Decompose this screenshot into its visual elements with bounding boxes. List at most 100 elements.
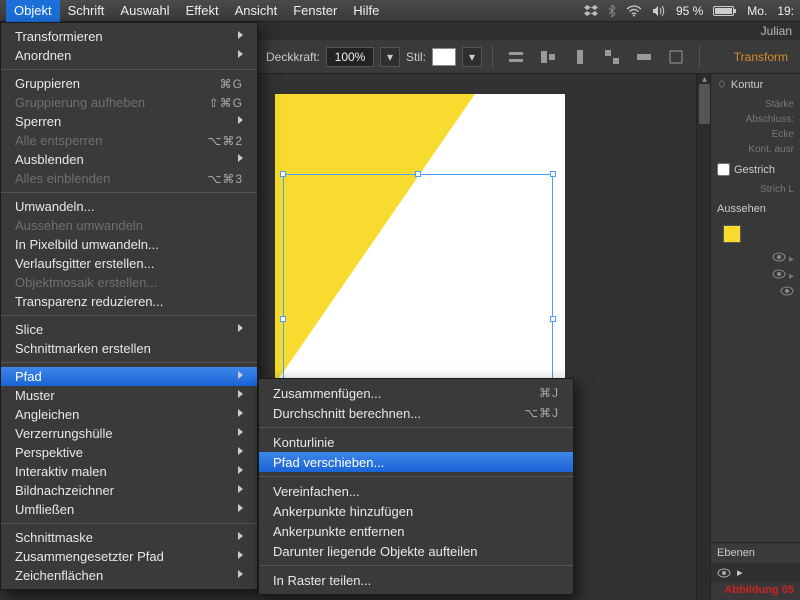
menu-item[interactable]: Umfließen bbox=[1, 500, 257, 519]
system-menubar: Objekt Schrift Auswahl Effekt Ansicht Fe… bbox=[0, 0, 800, 22]
menu-item[interactable]: Perspektive bbox=[1, 443, 257, 462]
menu-item-label: Darunter liegende Objekte aufteilen bbox=[273, 544, 478, 559]
panel-ebenen-header[interactable]: Ebenen bbox=[711, 543, 800, 563]
menu-item[interactable]: Ausblenden bbox=[1, 150, 257, 169]
menu-ansicht[interactable]: Ansicht bbox=[227, 0, 286, 22]
style-dropdown-button[interactable]: ▾ bbox=[462, 47, 482, 67]
menu-item[interactable]: Interaktiv malen bbox=[1, 462, 257, 481]
menu-hilfe[interactable]: Hilfe bbox=[345, 0, 387, 22]
resize-handle[interactable] bbox=[415, 171, 421, 177]
menu-shortcut: ⇧⌘G bbox=[209, 96, 243, 110]
menu-item-label: Transformieren bbox=[15, 29, 103, 44]
menu-item[interactable]: Schnittmarken erstellen bbox=[1, 339, 257, 358]
menu-item-label: Perspektive bbox=[15, 445, 83, 460]
resize-handle[interactable] bbox=[280, 171, 286, 177]
layer-disclosure[interactable]: ▸ bbox=[737, 566, 743, 579]
align-icon-6[interactable] bbox=[663, 45, 689, 69]
menu-item[interactable]: Transparenz reduzieren... bbox=[1, 292, 257, 311]
menu-item[interactable]: Zusammenfügen...⌘J bbox=[259, 383, 573, 403]
eye-icon bbox=[772, 269, 786, 279]
menu-item[interactable]: Transformieren bbox=[1, 27, 257, 46]
menu-auswahl[interactable]: Auswahl bbox=[112, 0, 177, 22]
panel-gestrichelt: Strich L bbox=[711, 180, 800, 199]
menu-item[interactable]: Konturlinie bbox=[259, 432, 573, 452]
appearance-row[interactable]: ▸ bbox=[717, 250, 794, 267]
menu-item[interactable]: Vereinfachen... bbox=[259, 481, 573, 501]
menu-item-label: Transparenz reduzieren... bbox=[15, 294, 163, 309]
menu-item[interactable]: Muster bbox=[1, 386, 257, 405]
menu-shortcut: ⌥⌘2 bbox=[207, 134, 243, 148]
panel-kontur: Stärke Abschluss: Ecke Kont. ausr bbox=[711, 95, 800, 159]
menu-item[interactable]: Zusammengesetzter Pfad bbox=[1, 547, 257, 566]
menu-item[interactable]: Verlaufsgitter erstellen... bbox=[1, 254, 257, 273]
align-icon-2[interactable] bbox=[535, 45, 561, 69]
align-icon-5[interactable] bbox=[631, 45, 657, 69]
menu-item[interactable]: Umwandeln... bbox=[1, 197, 257, 216]
menu-effekt[interactable]: Effekt bbox=[178, 0, 227, 22]
menu-item[interactable]: Sperren bbox=[1, 112, 257, 131]
menu-item[interactable]: Ankerpunkte hinzufügen bbox=[259, 501, 573, 521]
menu-item: Aussehen umwandeln bbox=[1, 216, 257, 235]
style-label: Stil: bbox=[406, 50, 426, 64]
menu-item[interactable]: Ankerpunkte entfernen bbox=[259, 521, 573, 541]
menu-item[interactable]: In Pixelbild umwandeln... bbox=[1, 235, 257, 254]
pfad-submenu: Zusammenfügen...⌘JDurchschnitt berechnen… bbox=[258, 378, 574, 595]
menu-item[interactable]: Verzerrungshülle bbox=[1, 424, 257, 443]
menu-shortcut: ⌘G bbox=[220, 77, 243, 91]
kontur-row: Stärke bbox=[717, 97, 794, 112]
transform-panel-tab[interactable]: Transform bbox=[728, 50, 794, 64]
eye-icon[interactable] bbox=[717, 568, 731, 578]
opacity-input[interactable] bbox=[326, 47, 374, 67]
menu-item-label: Objektmosaik erstellen... bbox=[15, 275, 157, 290]
menu-item[interactable]: Slice bbox=[1, 320, 257, 339]
menu-item[interactable]: Schnittmaske bbox=[1, 528, 257, 547]
menu-item[interactable]: In Raster teilen... bbox=[259, 570, 573, 590]
menu-item: Objektmosaik erstellen... bbox=[1, 273, 257, 292]
eye-icon bbox=[772, 252, 786, 262]
dropbox-icon bbox=[584, 5, 598, 17]
menu-item[interactable]: Zeichenflächen bbox=[1, 566, 257, 585]
menu-fenster[interactable]: Fenster bbox=[285, 0, 345, 22]
align-icon-4[interactable] bbox=[599, 45, 625, 69]
resize-handle[interactable] bbox=[550, 316, 556, 322]
align-icon-3[interactable] bbox=[567, 45, 593, 69]
style-swatch[interactable] bbox=[432, 48, 456, 66]
menu-item-label: Ausblenden bbox=[15, 152, 84, 167]
dashed-checkbox[interactable] bbox=[717, 163, 730, 176]
resize-handle[interactable] bbox=[280, 316, 286, 322]
menu-item[interactable]: Bildnachzeichner bbox=[1, 481, 257, 500]
submenu-arrow-icon bbox=[238, 570, 243, 581]
appearance-fill-swatch[interactable] bbox=[723, 225, 741, 243]
menu-item-label: Zeichenflächen bbox=[15, 568, 103, 583]
menu-item-label: Schnittmarken erstellen bbox=[15, 341, 151, 356]
panel-aussehen-header[interactable]: Aussehen bbox=[711, 199, 800, 219]
menu-item[interactable]: Angleichen bbox=[1, 405, 257, 424]
menu-item[interactable]: Durchschnitt berechnen...⌥⌘J bbox=[259, 403, 573, 423]
opacity-dropdown-button[interactable]: ▾ bbox=[380, 47, 400, 67]
menu-item-label: Ankerpunkte entfernen bbox=[273, 524, 405, 539]
menu-item[interactable]: Pfad bbox=[1, 367, 257, 386]
resize-handle[interactable] bbox=[550, 171, 556, 177]
panel-kontur-header[interactable]: ♢ Kontur bbox=[711, 74, 800, 95]
menu-item[interactable]: Anordnen bbox=[1, 46, 257, 65]
battery-percent: 95 % bbox=[676, 4, 703, 18]
align-icon-1[interactable] bbox=[503, 45, 529, 69]
menu-item[interactable]: Pfad verschieben... bbox=[259, 452, 573, 472]
menu-item[interactable]: Darunter liegende Objekte aufteilen bbox=[259, 541, 573, 561]
layer-row[interactable]: ▸ bbox=[711, 563, 800, 582]
panel-gestrichelt-header[interactable]: Gestrich bbox=[711, 159, 800, 180]
appearance-row[interactable] bbox=[717, 284, 794, 301]
menu-item-label: Anordnen bbox=[15, 48, 71, 63]
menu-schrift[interactable]: Schrift bbox=[60, 0, 113, 22]
kontur-row: Kont. ausr bbox=[717, 142, 794, 157]
system-status: 95 % Mo. 19: bbox=[584, 4, 794, 18]
appearance-row[interactable]: ▸ bbox=[717, 267, 794, 284]
clock-time: 19: bbox=[777, 4, 794, 18]
submenu-arrow-icon bbox=[238, 551, 243, 562]
menu-item: Gruppierung aufheben⇧⌘G bbox=[1, 93, 257, 112]
scroll-thumb[interactable] bbox=[699, 84, 710, 124]
menu-item[interactable]: Gruppieren⌘G bbox=[1, 74, 257, 93]
menu-objekt[interactable]: Objekt bbox=[6, 0, 60, 22]
opacity-label: Deckkraft: bbox=[266, 50, 320, 64]
kontur-row: Ecke bbox=[717, 127, 794, 142]
